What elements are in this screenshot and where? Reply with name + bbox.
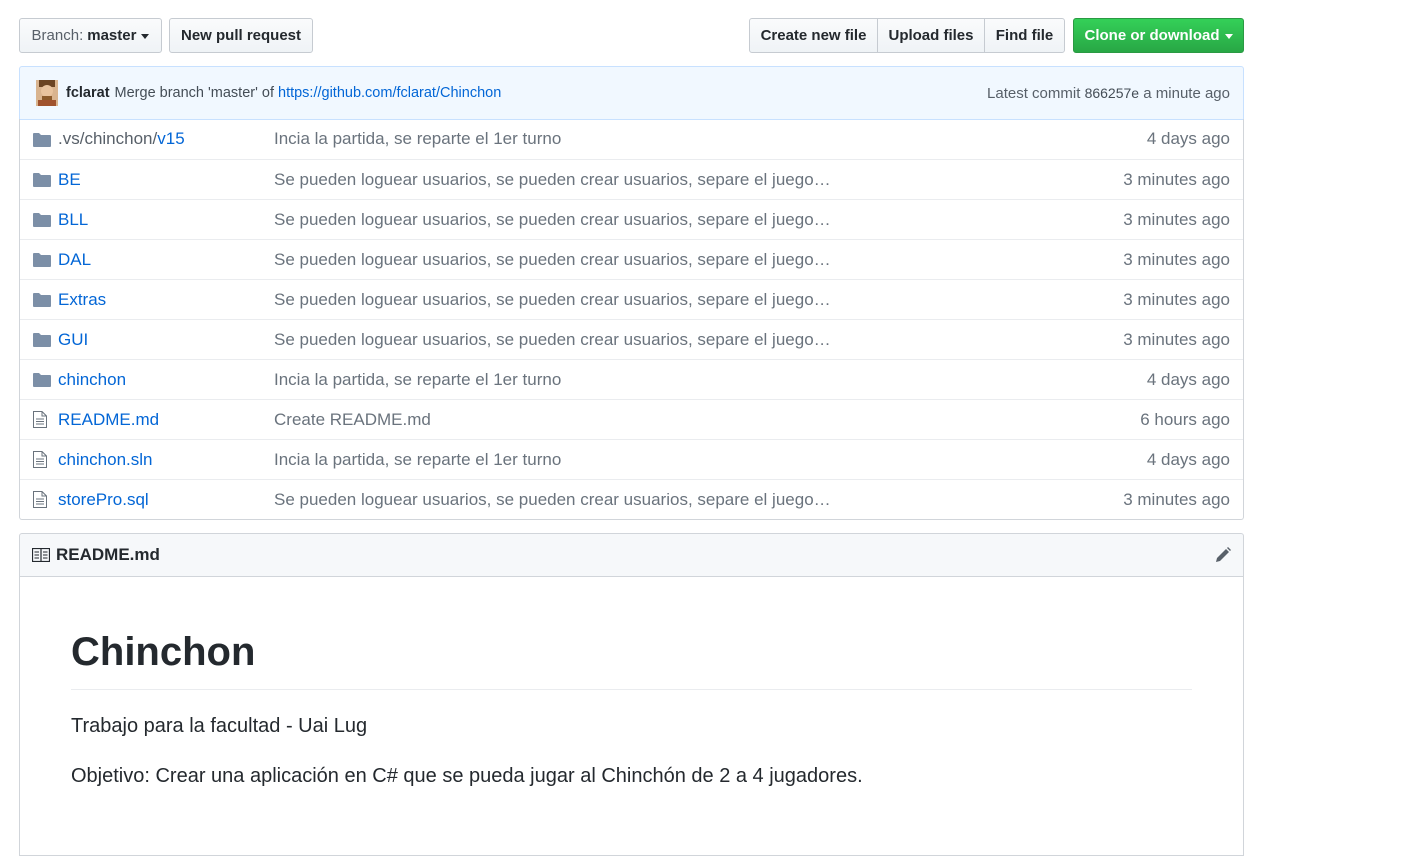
file-row[interactable]: Extras Se pueden loguear usuarios, se pue…: [20, 279, 1243, 319]
branch-prefix: Branch:: [31, 27, 84, 44]
file-commit-age: 3 minutes ago: [1123, 169, 1230, 189]
file-commit-age: 6 hours ago: [1140, 409, 1230, 429]
file-name: Extras: [58, 289, 107, 309]
readme-content: Chinchon Trabajo para la facultad - Uai …: [19, 576, 1244, 856]
commit-link[interactable]: https://github.com/fclarat/Chinchon: [278, 85, 501, 101]
pencil-icon[interactable]: [1214, 546, 1232, 564]
branch-select-button[interactable]: Branch: master: [19, 18, 162, 53]
file-commit-message[interactable]: Se pueden loguear usuarios, se pueden cr…: [274, 330, 1123, 350]
folder-icon: [33, 172, 51, 187]
file-commit-message[interactable]: Se pueden loguear usuarios, se pueden cr…: [274, 210, 1123, 230]
book-icon: [32, 548, 50, 562]
file-name-link[interactable]: GUI: [58, 330, 274, 350]
file-row[interactable]: BE Se pueden loguear usuarios, se pueden …: [20, 159, 1243, 199]
file-name-link[interactable]: .vs/chinchon/v15: [58, 129, 274, 149]
file-name-link[interactable]: chinchon.sln: [58, 450, 274, 470]
avatar[interactable]: [36, 80, 58, 106]
file-name-link[interactable]: storePro.sql: [58, 490, 274, 510]
file-name-link[interactable]: chinchon: [58, 370, 274, 390]
commit-author[interactable]: fclarat: [66, 85, 110, 101]
file-icon: [33, 451, 51, 468]
commit-message[interactable]: Merge branch 'master' of: [115, 85, 274, 101]
file-name: README.md: [58, 409, 160, 429]
file-commit-age: 3 minutes ago: [1123, 489, 1230, 509]
file-commit-message[interactable]: Incia la partida, se reparte el 1er turn…: [274, 450, 1147, 470]
create-new-file-button[interactable]: Create new file: [749, 18, 878, 53]
file-name-link[interactable]: BLL: [58, 210, 274, 230]
file-name-link[interactable]: DAL: [58, 250, 274, 270]
file-row[interactable]: GUI Se pueden loguear usuarios, se pueden…: [20, 319, 1243, 359]
folder-icon: [33, 252, 51, 267]
folder-icon: [33, 292, 51, 307]
file-name: GUI: [58, 329, 89, 349]
clone-or-download-button[interactable]: Clone or download: [1073, 18, 1244, 53]
caret-down-icon: [1224, 34, 1233, 39]
latest-commit-label: Latest commit: [987, 84, 1081, 102]
file-row[interactable]: chinchon.sln Incia la partida, se reparte…: [20, 439, 1243, 479]
file-name: chinchon.sln: [58, 449, 153, 469]
file-name-link[interactable]: README.md: [58, 410, 274, 430]
file-commit-age: 4 days ago: [1146, 129, 1230, 148]
file-name: BE: [58, 169, 81, 189]
readme-paragraph: Objetivo: Crear una aplicación en C# que…: [71, 765, 863, 787]
commit-age: a minute ago: [1143, 84, 1230, 102]
file-name: BLL: [58, 209, 89, 229]
file-name-link[interactable]: Extras: [58, 290, 274, 310]
file-actions-group: Create new file Upload files Find file: [749, 18, 1065, 53]
upload-files-button[interactable]: Upload files: [877, 18, 985, 53]
file-commit-message[interactable]: Se pueden loguear usuarios, se pueden cr…: [274, 250, 1123, 270]
file-commit-message[interactable]: Se pueden loguear usuarios, se pueden cr…: [274, 170, 1123, 190]
file-row[interactable]: README.md Create README.md 6 hours ago: [20, 399, 1243, 439]
file-list: .vs/chinchon/v15 Incia la partida, se rep…: [19, 119, 1244, 520]
clone-label: Clone or download: [1084, 27, 1220, 44]
file-commit-message[interactable]: Create README.md: [274, 410, 1140, 430]
latest-commit-info: Latest commit 866257e a minute ago: [987, 85, 1230, 102]
folder-icon: [33, 132, 51, 147]
file-commit-message[interactable]: Incia la partida, se reparte el 1er turn…: [274, 370, 1147, 390]
file-commit-message[interactable]: Se pueden loguear usuarios, se pueden cr…: [274, 490, 1123, 510]
find-file-button[interactable]: Find file: [984, 18, 1065, 53]
file-commit-message[interactable]: Se pueden loguear usuarios, se pueden cr…: [274, 290, 1123, 310]
file-commit-age: 3 minutes ago: [1123, 289, 1230, 309]
latest-commit-bar: fclarat Merge branch 'master' of https:/…: [19, 66, 1244, 120]
file-commit-age: 3 minutes ago: [1123, 209, 1230, 229]
file-row[interactable]: DAL Se pueden loguear usuarios, se pueden…: [20, 239, 1243, 279]
file-row[interactable]: .vs/chinchon/v15 Incia la partida, se rep…: [20, 119, 1243, 159]
readme-paragraph: Trabajo para la facultad - Uai Lug: [71, 715, 368, 737]
file-commit-age: 4 days ago: [1146, 369, 1230, 389]
file-icon: [33, 411, 51, 428]
readme-filename: README.md: [56, 545, 160, 564]
file-row[interactable]: BLL Se pueden loguear usuarios, se pueden…: [20, 199, 1243, 239]
file-name: storePro.sql: [58, 489, 149, 509]
file-icon: [33, 491, 51, 508]
file-row[interactable]: storePro.sql Se pueden loguear usuarios, …: [20, 479, 1243, 519]
file-name-link[interactable]: BE: [58, 170, 274, 190]
file-name: chinchon: [58, 369, 127, 389]
readme-header: README.md: [19, 533, 1244, 577]
branch-name: master: [87, 27, 137, 44]
caret-down-icon: [141, 34, 150, 39]
commit-sha[interactable]: 866257e: [1085, 85, 1140, 101]
file-commit-age: 3 minutes ago: [1123, 329, 1230, 349]
readme-title: Chinchon: [71, 630, 256, 674]
file-commit-message[interactable]: Incia la partida, se reparte el 1er turn…: [274, 129, 1147, 149]
file-path-prefix: .vs/chinchon/: [58, 129, 158, 148]
folder-icon: [33, 332, 51, 347]
divider: [71, 689, 1192, 690]
file-row[interactable]: chinchon Incia la partida, se reparte el …: [20, 359, 1243, 399]
folder-icon: [33, 212, 51, 227]
file-commit-age: 4 days ago: [1146, 449, 1230, 469]
file-name: v15: [157, 129, 185, 148]
folder-icon: [33, 372, 51, 387]
file-name: DAL: [58, 249, 92, 269]
new-pull-request-button[interactable]: New pull request: [169, 18, 313, 53]
file-commit-age: 3 minutes ago: [1123, 249, 1230, 269]
